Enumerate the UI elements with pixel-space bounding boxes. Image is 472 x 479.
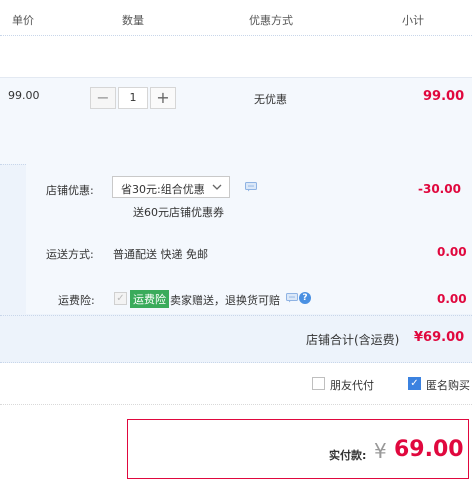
friend-pay-checkbox[interactable] (312, 377, 325, 390)
header-divider (0, 35, 472, 36)
header-price: 单价 (12, 14, 34, 27)
anonymous-checkbox[interactable]: ✓ (408, 377, 421, 390)
shop-promo-label: 店铺优惠: (46, 184, 94, 197)
shop-promo-select[interactable]: 省30元:组合优惠 (112, 176, 230, 198)
help-icon[interactable]: ? (299, 292, 311, 304)
anonymous-label[interactable]: 匿名购买 (426, 377, 470, 393)
shop-total-value: ¥69.00 (414, 330, 465, 345)
shipping-method: 普通配送 快递 免邮 (113, 248, 208, 261)
item-discount: 无优惠 (254, 93, 287, 106)
payment-currency: ¥ (374, 439, 387, 463)
header-quantity: 数量 (122, 14, 144, 27)
insurance-checkbox[interactable]: ✓ (114, 292, 127, 305)
chevron-down-icon (211, 180, 223, 197)
shipping-label: 运送方式: (46, 248, 94, 261)
shop-total-bar (0, 315, 472, 363)
item-price: 99.00 (8, 89, 40, 102)
friend-pay-label[interactable]: 朋友代付 (330, 377, 374, 393)
quantity-input[interactable]: 1 (118, 87, 148, 109)
shop-promo-note: 送60元店铺优惠券 (133, 206, 224, 219)
quantity-minus-button[interactable]: − (90, 87, 116, 109)
payment-amount: 69.00 (394, 437, 464, 462)
quantity-plus-button[interactable]: + (150, 87, 176, 109)
insurance-badge: 运费险 (130, 290, 169, 308)
chat-icon[interactable] (245, 182, 257, 195)
insurance-label: 运费险: (58, 294, 95, 307)
shop-total-label: 店铺合计(含运费) (306, 333, 400, 347)
insurance-amount: 0.00 (437, 292, 467, 306)
payment-label: 实付款: (329, 449, 367, 462)
shop-promo-amount: -30.00 (418, 182, 461, 196)
item-row (0, 77, 472, 165)
item-subtotal: 99.00 (423, 89, 465, 104)
quantity-stepper: − 1 + (90, 87, 176, 109)
chat-icon[interactable] (286, 293, 298, 306)
header-discount: 优惠方式 (249, 14, 293, 27)
table-header: 单价 数量 优惠方式 小计 (0, 0, 472, 36)
insurance-text: 卖家赠送，退换货可赔 (170, 294, 280, 307)
shop-promo-selected: 省30元:组合优惠 (121, 183, 205, 196)
shipping-amount: 0.00 (437, 245, 467, 259)
header-subtotal: 小计 (402, 14, 424, 27)
section-divider (0, 404, 472, 405)
